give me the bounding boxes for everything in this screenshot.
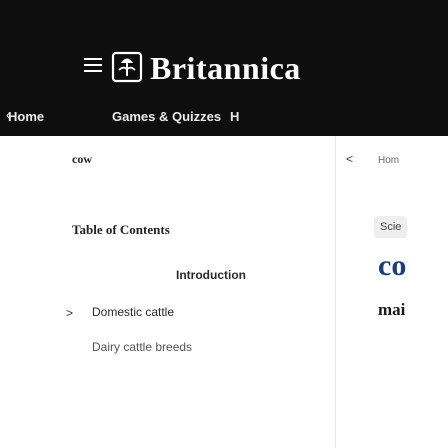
nav-games-quizzes[interactable]: Games & Quizzes <box>112 109 221 124</box>
top-nav: ‹ Home Games & Quizzes H <box>0 96 448 136</box>
article-word: cow <box>72 152 92 166</box>
article-title: co <box>378 249 407 282</box>
thistle-logo-icon[interactable] <box>110 50 144 84</box>
hamburger-menu-icon[interactable] <box>84 54 108 76</box>
nav-history[interactable]: H <box>230 109 239 124</box>
chevron-right-icon[interactable]: > <box>66 306 73 320</box>
article-subtitle: mai <box>378 300 406 319</box>
site-header: Britannica ‹ Home Games & Quizzes H <box>0 0 448 136</box>
toc-item-domestic-cattle[interactable]: Domestic cattle <box>92 305 174 319</box>
chevron-left-icon[interactable]: < <box>346 152 353 166</box>
category-badge[interactable]: Scie <box>374 216 408 238</box>
toc-item-introduction[interactable]: Introduction <box>176 268 246 282</box>
breadcrumb-home[interactable]: Hom <box>378 155 399 166</box>
column-divider <box>335 136 336 448</box>
article-area: cow Table of Contents Introduction > Dom… <box>0 136 448 448</box>
chevron-left-icon[interactable]: ‹ <box>0 108 16 122</box>
toc-item-dairy-cattle-breeds[interactable]: Dairy cattle breeds <box>92 340 192 354</box>
brand-name[interactable]: Britannica <box>150 50 301 87</box>
toc-title: Table of Contents <box>72 222 170 237</box>
